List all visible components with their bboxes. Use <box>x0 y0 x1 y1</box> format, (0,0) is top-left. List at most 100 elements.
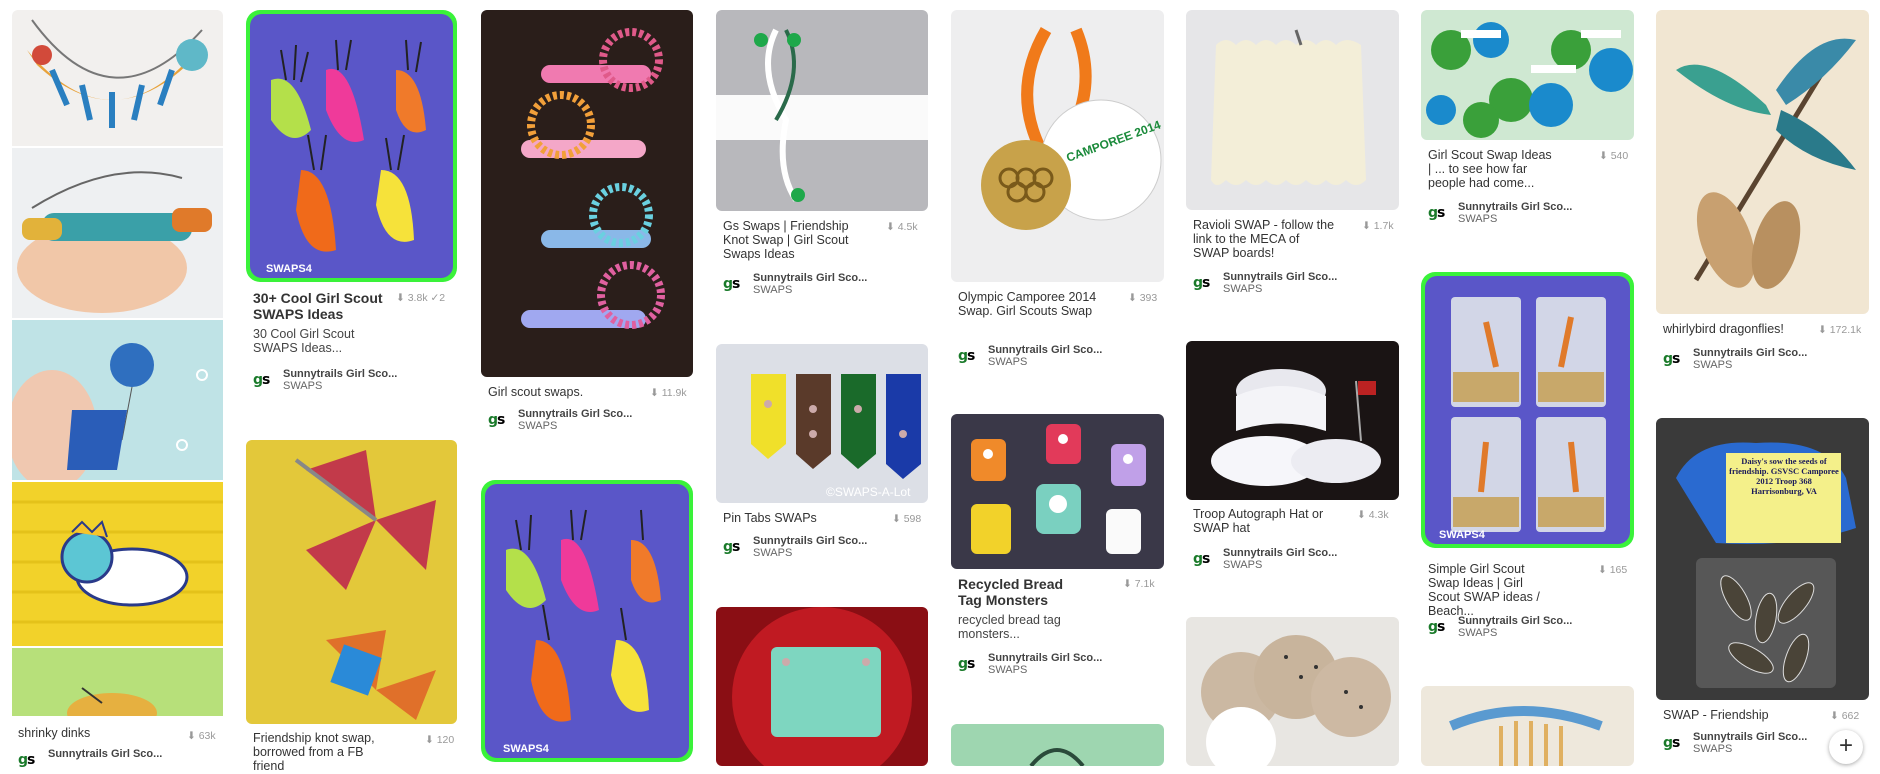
board-name[interactable]: SWAPS <box>753 284 792 296</box>
pin-image-paper-feathers[interactable]: SWAPS4 <box>246 10 457 282</box>
pin-description: recycled bread tag monsters... <box>958 613 1061 641</box>
repin-count: ⬇ 172.1k <box>1818 324 1862 336</box>
pinner-name[interactable]: Sunnytrails Girl Sco... <box>48 748 162 760</box>
repin-count: ⬇ 598 <box>892 513 922 525</box>
repin-count: ⬇ 63k <box>187 730 216 742</box>
pin-image-friendship-knot[interactable] <box>716 10 928 211</box>
pin-image-balloon-girl[interactable] <box>12 320 223 480</box>
pin-attribution[interactable]: gs Sunnytrails Girl Sco... SWAPS <box>723 535 923 561</box>
pin-title[interactable]: shrinky dinks <box>18 726 163 740</box>
board-name[interactable]: SWAPS <box>1693 359 1732 371</box>
gs-logo-icon: gs <box>1663 351 1680 367</box>
pin-image-pin-tabs[interactable]: ©SWAPS-A-Lot <box>716 344 928 503</box>
pin-title[interactable]: Gs Swaps | Friendship Knot Swap | Girl S… <box>723 219 868 261</box>
pin-attribution[interactable]: gs Sunnytrails Girl Sco... SWAPS <box>958 344 1158 370</box>
pinner-name[interactable]: Sunnytrails Girl Sco... <box>1693 731 1807 743</box>
pin-title[interactable]: whirlybird dragonflies! <box>1663 322 1808 336</box>
pinner-name[interactable]: Sunnytrails Girl Sco... <box>1458 201 1572 213</box>
board-name[interactable]: SWAPS <box>753 547 792 559</box>
repin-value: 63k <box>198 730 216 742</box>
pin-attribution[interactable]: gs Sunnytrails Girl Sco... SWAPS <box>1193 547 1393 573</box>
add-pin-button[interactable]: + <box>1829 730 1863 764</box>
pin-title[interactable]: Ravioli SWAP - follow the link to the ME… <box>1193 218 1338 260</box>
pin-title[interactable]: Troop Autograph Hat or SWAP hat <box>1193 507 1338 535</box>
pin-title[interactable]: Friendship knot swap, borrowed from a FB… <box>253 731 398 773</box>
pin-attribution[interactable]: gs Sunnytrails Girl Sco... SWAPS <box>723 272 923 298</box>
board-name[interactable]: SWAPS <box>1693 743 1732 755</box>
repin-count: ⬇ 120 <box>425 734 455 746</box>
pin-title[interactable]: SWAP - Friendship <box>1663 708 1808 722</box>
pinner-name[interactable]: Sunnytrails Girl Sco... <box>753 535 867 547</box>
pin-title[interactable]: Girl Scout Swap Ideas | ... to see how f… <box>1428 148 1558 190</box>
pin-image-cat-brooch[interactable] <box>12 482 223 646</box>
gs-logo-icon: gs <box>1193 275 1210 291</box>
pin-image-hand-dachshund[interactable] <box>12 148 223 318</box>
board-name[interactable]: SWAPS <box>1458 627 1497 639</box>
pinner-name[interactable]: Sunnytrails Girl Sco... <box>283 368 397 380</box>
swaps4-watermark: SWAPS4 <box>1439 529 1486 541</box>
repin-value: 393 <box>1139 292 1158 304</box>
pin-title[interactable]: Girl scout swaps. <box>488 385 633 399</box>
pin-image-felt-red-flower[interactable] <box>716 607 928 766</box>
pin-image-autograph-hats[interactable] <box>1186 341 1399 500</box>
board-name[interactable]: SWAPS <box>1223 283 1262 295</box>
repin-value: 11.9k <box>661 387 687 399</box>
pin-image-ravioli-felt[interactable] <box>1186 10 1399 210</box>
board-name[interactable]: SWAPS <box>518 420 557 432</box>
pin-image-whirlybird-dragonfly[interactable] <box>1656 10 1869 314</box>
pin-image-bread-tag-monsters[interactable] <box>951 414 1164 569</box>
pin-image-constellation-discs[interactable] <box>1186 617 1399 766</box>
pin-image-paper-pinwheel[interactable] <box>246 440 457 724</box>
pin-attribution[interactable]: gs Sunnytrails Girl Sco... SWAPS <box>1428 201 1628 227</box>
pin-image-olympic-medal[interactable]: CAMPOREE 2014 <box>951 10 1164 282</box>
pin-image-paper-feathers-2[interactable]: SWAPS4 <box>481 480 693 762</box>
gs-logo-icon: gs <box>1428 205 1445 221</box>
gs-logo-icon: gs <box>253 372 270 388</box>
pin-attribution[interactable]: gs Sunnytrails Girl Sco... <box>18 748 218 774</box>
repin-value: 598 <box>903 513 922 525</box>
pinner-name[interactable]: Sunnytrails Girl Sco... <box>988 344 1102 356</box>
repin-count: ⬇ 1.7k <box>1362 220 1394 232</box>
gs-logo-icon: gs <box>488 412 505 428</box>
pin-attribution[interactable]: gs Sunnytrails Girl Sco... SWAPS <box>958 652 1158 678</box>
board-name[interactable]: SWAPS <box>988 664 1027 676</box>
pin-image-watering-can-seeds[interactable]: Daisy's sow the seeds of friendship. GSV… <box>1656 418 1869 700</box>
pin-title[interactable]: Pin Tabs SWAPs <box>723 511 868 525</box>
repin-count: ⬇ 165 <box>1598 564 1628 576</box>
swaps-a-lot-watermark: ©SWAPS-A-Lot <box>826 485 911 499</box>
pinner-name[interactable]: Sunnytrails Girl Sco... <box>1223 547 1337 559</box>
pinner-name[interactable]: Sunnytrails Girl Sco... <box>1223 271 1337 283</box>
pin-title[interactable]: Olympic Camporee 2014 Swap. Girl Scouts … <box>958 290 1103 318</box>
pin-attribution[interactable]: gs Sunnytrails Girl Sco... SWAPS <box>253 368 453 394</box>
pin-image-beach-bags[interactable]: SWAPS4 <box>1421 272 1634 548</box>
swaps4-watermark: SWAPS4 <box>266 263 313 275</box>
pin-image-bead-snails[interactable] <box>481 10 693 377</box>
board-name[interactable]: SWAPS <box>1223 559 1262 571</box>
pinner-name[interactable]: Sunnytrails Girl Sco... <box>753 272 867 284</box>
gs-logo-icon: gs <box>1193 551 1210 567</box>
pinner-name[interactable]: Sunnytrails Girl Sco... <box>518 408 632 420</box>
gs-logo-icon: gs <box>1663 735 1680 751</box>
repin-count: ⬇ 393 <box>1128 292 1158 304</box>
pin-attribution[interactable]: gs Sunnytrails Girl Sco... SWAPS <box>1428 615 1628 641</box>
pinner-name[interactable]: Sunnytrails Girl Sco... <box>1458 615 1572 627</box>
pin-title[interactable]: 30+ Cool Girl Scout SWAPS Ideas <box>253 290 398 322</box>
repin-count: ⬇ 4.5k <box>886 221 918 233</box>
repin-count: ⬇ 7.1k <box>1123 578 1155 590</box>
pin-image-macrame-partial[interactable] <box>1421 686 1634 766</box>
pin-title[interactable]: Simple Girl Scout Swap Ideas | Girl Scou… <box>1428 562 1558 618</box>
board-name[interactable]: SWAPS <box>988 356 1027 368</box>
board-name[interactable]: SWAPS <box>283 380 322 392</box>
pin-attribution[interactable]: gs Sunnytrails Girl Sco... SWAPS <box>1193 271 1393 297</box>
pin-title[interactable]: Recycled Bread Tag Monsters <box>958 576 1078 608</box>
pin-image-green-blue-swaps[interactable] <box>1421 10 1634 140</box>
pin-attribution[interactable]: gs Sunnytrails Girl Sco... SWAPS <box>1663 347 1863 373</box>
pin-image-bird-partial[interactable] <box>12 648 223 716</box>
pin-image-green-partial[interactable] <box>951 724 1164 766</box>
pinner-name[interactable]: Sunnytrails Girl Sco... <box>1693 347 1807 359</box>
pinner-name[interactable]: Sunnytrails Girl Sco... <box>988 652 1102 664</box>
pin-attribution[interactable]: gs Sunnytrails Girl Sco... SWAPS <box>488 408 688 434</box>
gs-logo-icon: gs <box>723 539 740 555</box>
pin-image-necklace-cat[interactable] <box>12 10 223 146</box>
board-name[interactable]: SWAPS <box>1458 213 1497 225</box>
